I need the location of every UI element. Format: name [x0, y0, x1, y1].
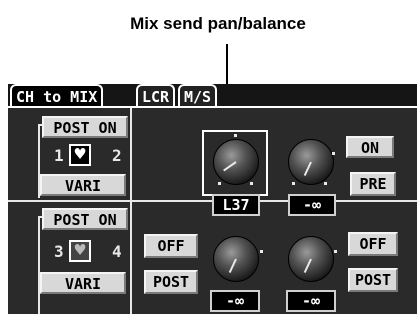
knob-tick-dot	[324, 182, 327, 185]
column-divider	[130, 108, 132, 314]
tab-ms[interactable]: M/S	[178, 84, 218, 108]
channel-number-2: 2	[112, 146, 122, 165]
knob-min-dot	[218, 182, 221, 185]
send-level-knob-1[interactable]	[288, 139, 334, 185]
vari-button-1[interactable]: VARI	[40, 174, 126, 196]
send-level-readout-2: -∞	[210, 290, 260, 312]
knob-min-dot	[292, 182, 295, 185]
on-button[interactable]: ON	[346, 136, 394, 158]
channel-number-1: 1	[54, 146, 64, 165]
callout-label: Mix send pan/balance	[130, 14, 306, 33]
pan-balance-knob[interactable]	[213, 139, 259, 185]
off-button-2[interactable]: OFF	[348, 232, 398, 256]
pair-link-broken-icon-2[interactable]: ♥	[69, 240, 91, 262]
post-on-button-1[interactable]: POST ON	[42, 116, 128, 138]
knob-pointer	[223, 161, 237, 172]
channel-group-2-frame	[38, 216, 128, 314]
knob-max-dot	[334, 250, 337, 253]
post-button-1[interactable]: POST	[144, 270, 198, 294]
tab-bar: CH to MIX LCR M/S	[8, 84, 417, 108]
pan-readout: L37	[212, 194, 260, 216]
send-level-knob-3[interactable]	[288, 236, 334, 282]
send-level-readout-3: -∞	[286, 290, 336, 312]
off-button-1[interactable]: OFF	[144, 234, 198, 258]
panel-body: POST ON 1 ♥ 2 VARI POST ON 3 ♥ 4 VARI L3…	[8, 108, 417, 314]
knob-pointer	[228, 258, 237, 274]
vari-button-2[interactable]: VARI	[40, 272, 126, 294]
pair-link-icon-1[interactable]: ♥	[69, 144, 91, 166]
tab-lcr[interactable]: LCR	[136, 84, 176, 108]
knob-max-dot	[250, 182, 253, 185]
post-button-2[interactable]: POST	[348, 268, 398, 292]
knob-max-dot	[260, 250, 263, 253]
send-level-readout-1: -∞	[288, 194, 336, 216]
pre-button[interactable]: PRE	[350, 172, 396, 196]
post-on-button-2[interactable]: POST ON	[42, 208, 128, 230]
send-level-knob-2[interactable]	[213, 236, 259, 282]
knob-pointer	[303, 161, 312, 177]
knob-pointer	[303, 258, 312, 274]
tab-ch-to-mix[interactable]: CH to MIX	[10, 84, 104, 108]
knob-max-dot	[332, 152, 335, 155]
mixer-panel: CH to MIX LCR M/S POST ON 1 ♥ 2 VARI POS…	[8, 84, 417, 314]
channel-number-3: 3	[54, 242, 64, 261]
knob-center-dot	[234, 134, 237, 137]
channel-number-4: 4	[112, 242, 122, 261]
